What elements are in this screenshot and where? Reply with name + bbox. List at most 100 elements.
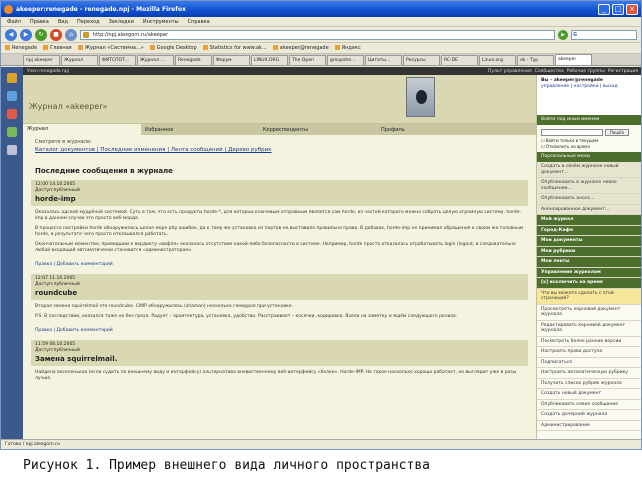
sidebar-item[interactable]: Анонсированное документ... [537,204,641,215]
browser-tab[interactable]: Цитаты... [365,55,402,65]
post-action-link[interactable]: Добавить комментарий [57,328,113,333]
back-icon[interactable]: ◀ [5,28,17,41]
journal-tabs: Журнал Избранное Корреспонденты Профиль [23,124,536,135]
bookmark-item[interactable]: Statistics for www.ak... [203,45,267,51]
journal-tab[interactable]: Корреспонденты [259,127,377,133]
sidebar-item[interactable]: Создать новый документ [537,389,641,400]
sidebar-item[interactable]: Мой журнал [537,215,641,226]
browser-tab[interactable]: Ресурсы [403,55,440,65]
browser-tab[interactable]: Linux.org [479,55,516,65]
journal-tab[interactable]: Профиль [377,127,495,133]
browser-tab[interactable]: akeeper [555,54,592,65]
see-link[interactable]: Дерево рубрик [228,147,271,153]
journal-tab[interactable]: Журнал [23,124,141,135]
sidebar-item[interactable]: Подписаться [537,358,641,368]
node-name: Узел renegade npj [27,68,69,74]
post-body: Найдена веселенькая (если судить по внеш… [31,366,528,390]
bookmark-item[interactable]: Renegade [5,45,37,51]
menu-item[interactable]: Файл [7,19,21,25]
post-action-link[interactable]: Правка [35,262,52,267]
sidebar-item[interactable]: Посмотреть более ранние версии [537,337,641,347]
journal-tab[interactable]: Избранное [141,127,259,133]
browser-tab[interactable]: Журнал ... [137,55,174,65]
sidebar-item[interactable]: Опубликовать анонс... [537,194,641,205]
maximize-button[interactable]: □ [612,3,624,15]
post-title[interactable]: horde-imp [31,195,528,206]
sidebar-item[interactable]: Что вы можете сделать с этой страницей? [537,288,641,305]
bookmarks-toolbar: Renegade Главная Журнал «Системна...» Googl… [1,43,641,54]
bookmark-item[interactable]: Яндекс [335,45,361,51]
sidebar-item[interactable]: Опубликовать новое сообщение [537,400,641,410]
forward-icon[interactable]: ▶ [20,28,32,41]
bookmark-icon[interactable] [7,73,17,83]
browser-tab[interactable]: ФИТСПОТ... [99,55,136,65]
go-button[interactable]: ▶ [558,29,568,40]
sidebar-item[interactable]: [x] исключить на время [537,278,641,289]
browser-tab[interactable]: Renegade [175,55,212,65]
sidebar-item[interactable]: Город-Кафе [537,225,641,236]
browser-tab[interactable]: The Open [289,55,326,65]
bookmark-item[interactable]: Google Desktop [150,45,197,51]
post-title[interactable]: Замена squirrelmail. [31,355,528,366]
close-button[interactable]: × [626,3,638,15]
sidebar-item[interactable]: Управление журналом [537,267,641,278]
bookmark-item[interactable]: Главная [43,45,72,51]
browser-tab[interactable]: npj akeeper [23,55,60,65]
reload-icon[interactable]: ↻ [35,28,47,41]
login-links[interactable]: управление | настройки | выход [541,84,637,90]
menu-item[interactable]: Правка [30,19,49,25]
browser-tab[interactable]: Форум [213,55,250,65]
see-link[interactable]: Каталог документов [35,147,95,153]
sidebar-item[interactable]: Мои документы [537,236,641,247]
sidebar-item[interactable]: Мои рубрики [537,246,641,257]
status-bar: Готово / npj.alexgorn.ru [1,439,641,449]
browser-tab[interactable]: groupshe... [327,55,364,65]
tool-icon[interactable] [7,127,17,137]
sidebar-item[interactable]: Администрирование [537,421,641,431]
history-icon[interactable] [7,91,17,101]
menu-item[interactable]: Закладки [109,19,134,25]
userbar-link[interactable]: Пульт управления [488,69,532,74]
login-input[interactable] [541,129,603,136]
see-link[interactable]: Последние изменения [100,147,165,153]
sidebar-item[interactable]: Опубликовать в журнале новое сообщение..… [537,178,641,194]
see-link[interactable]: Лента сообщений [171,147,223,153]
sidebar-item[interactable]: Настроить автоматическую рубрику [537,368,641,379]
stop-icon[interactable]: ■ [50,28,62,41]
post-title[interactable]: roundcube [31,289,528,300]
userbar-link[interactable]: Рабочие группы [567,69,605,74]
bookmark-item[interactable]: Журнал «Системна...» [78,45,144,51]
post-access: Доступ:публичный [35,347,80,353]
bookmark-item[interactable]: akeeper@renegade [273,45,329,51]
browser-tab[interactable]: ak - Тур [517,55,554,65]
minimize-button[interactable]: _ [598,3,610,15]
sidebar-item[interactable]: Просмотреть корневой документ журнала [537,305,641,321]
menu-item[interactable]: Вид [58,19,68,25]
post-body: Вторая замена squirrelmail это roundcube… [31,300,528,328]
download-icon[interactable] [7,109,17,119]
menu-item[interactable]: Переход [77,19,100,25]
sidebar-item[interactable]: Мои ленты [537,257,641,268]
sidebar-item[interactable]: Получить список рубрик журнала [537,379,641,389]
sidebar-item[interactable]: Создать в своём журнале новый документ..… [537,162,641,178]
userbar-link[interactable]: Сообщества [535,69,564,74]
settings-icon[interactable] [7,145,17,155]
login-button[interactable]: Пошёл [605,129,629,136]
post-action-link[interactable]: Добавить комментарий [57,262,113,267]
login-option-2[interactable]: ☐ Отключить на время [541,144,637,150]
browser-tab[interactable]: RC-DE [441,55,478,65]
userbar-link[interactable]: Регистрация [608,69,638,74]
browser-tab[interactable]: LINUX.ORG [251,55,288,65]
menu-item[interactable]: Инструменты [143,19,179,25]
sidebar-item[interactable]: Редактировать корневой документ журнала [537,321,641,337]
post-paragraph: В процессе настройки horde обнаружилось … [35,226,524,237]
sidebar-item[interactable]: Создать дочерний журнала [537,410,641,421]
menu-item[interactable]: Справка [188,19,210,25]
home-icon[interactable]: ⌂ [65,28,77,41]
sidebar-item[interactable]: Настроить права доступа [537,347,641,358]
navigation-toolbar: ◀ ▶ ↻ ■ ⌂ http://npj.alexgorn.ru/akeeper… [1,27,641,43]
post-action-link[interactable]: Правка [35,328,52,333]
browser-tab[interactable]: Журнал [61,55,98,65]
url-input[interactable]: http://npj.alexgorn.ru/akeeper [80,29,555,40]
search-input[interactable]: G [571,29,637,40]
